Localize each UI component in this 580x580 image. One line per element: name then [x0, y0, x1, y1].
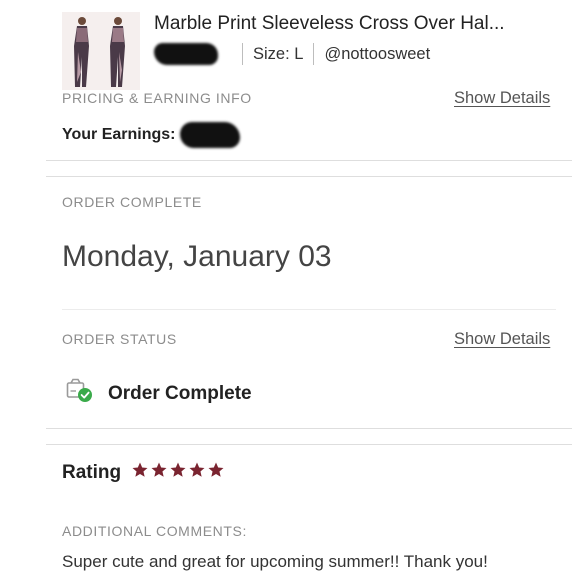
- rating-row: Rating: [62, 461, 226, 484]
- star-icon: [170, 462, 186, 477]
- order-complete-date: Monday, January 03: [62, 240, 332, 273]
- rating-label: Rating: [62, 461, 122, 483]
- section-divider: [46, 160, 572, 161]
- earnings-label: Your Earnings:: [62, 126, 176, 143]
- section-divider: [46, 444, 572, 445]
- seller-handle[interactable]: @nottoosweet: [324, 45, 430, 64]
- order-complete-section-label: ORDER COMPLETE: [62, 194, 202, 210]
- product-thumbnail[interactable]: [62, 12, 140, 90]
- rating-stars: [131, 461, 226, 484]
- star-icon: [189, 462, 205, 477]
- product-size: Size: L: [253, 44, 304, 63]
- section-divider: [46, 428, 572, 429]
- meta-divider: [313, 43, 315, 65]
- product-meta: Size: L @nottoosweet: [154, 42, 430, 66]
- star-icon: [151, 462, 167, 477]
- pricing-show-details-link[interactable]: Show Details: [454, 89, 550, 108]
- order-status-section-label: ORDER STATUS: [62, 331, 177, 347]
- comments-section-label: ADDITIONAL COMMENTS:: [62, 523, 247, 539]
- comment-text: Super cute and great for upcoming summer…: [62, 552, 488, 571]
- order-status-row: Order Complete: [66, 378, 252, 409]
- redacted-earnings: [179, 122, 240, 148]
- package-check-icon: [66, 378, 94, 409]
- meta-divider: [242, 43, 243, 65]
- star-icon: [132, 462, 148, 477]
- pricing-section-label: PRICING & EARNING INFO: [62, 90, 252, 106]
- divider: [62, 309, 556, 310]
- star-icon: [208, 462, 224, 477]
- earnings-row: Your Earnings:: [62, 122, 240, 148]
- order-status-show-details-link[interactable]: Show Details: [454, 330, 550, 349]
- section-divider: [46, 176, 572, 177]
- product-title[interactable]: Marble Print Sleeveless Cross Over Hal..…: [154, 13, 554, 35]
- order-status-text: Order Complete: [108, 382, 252, 404]
- redacted-price: [154, 43, 218, 65]
